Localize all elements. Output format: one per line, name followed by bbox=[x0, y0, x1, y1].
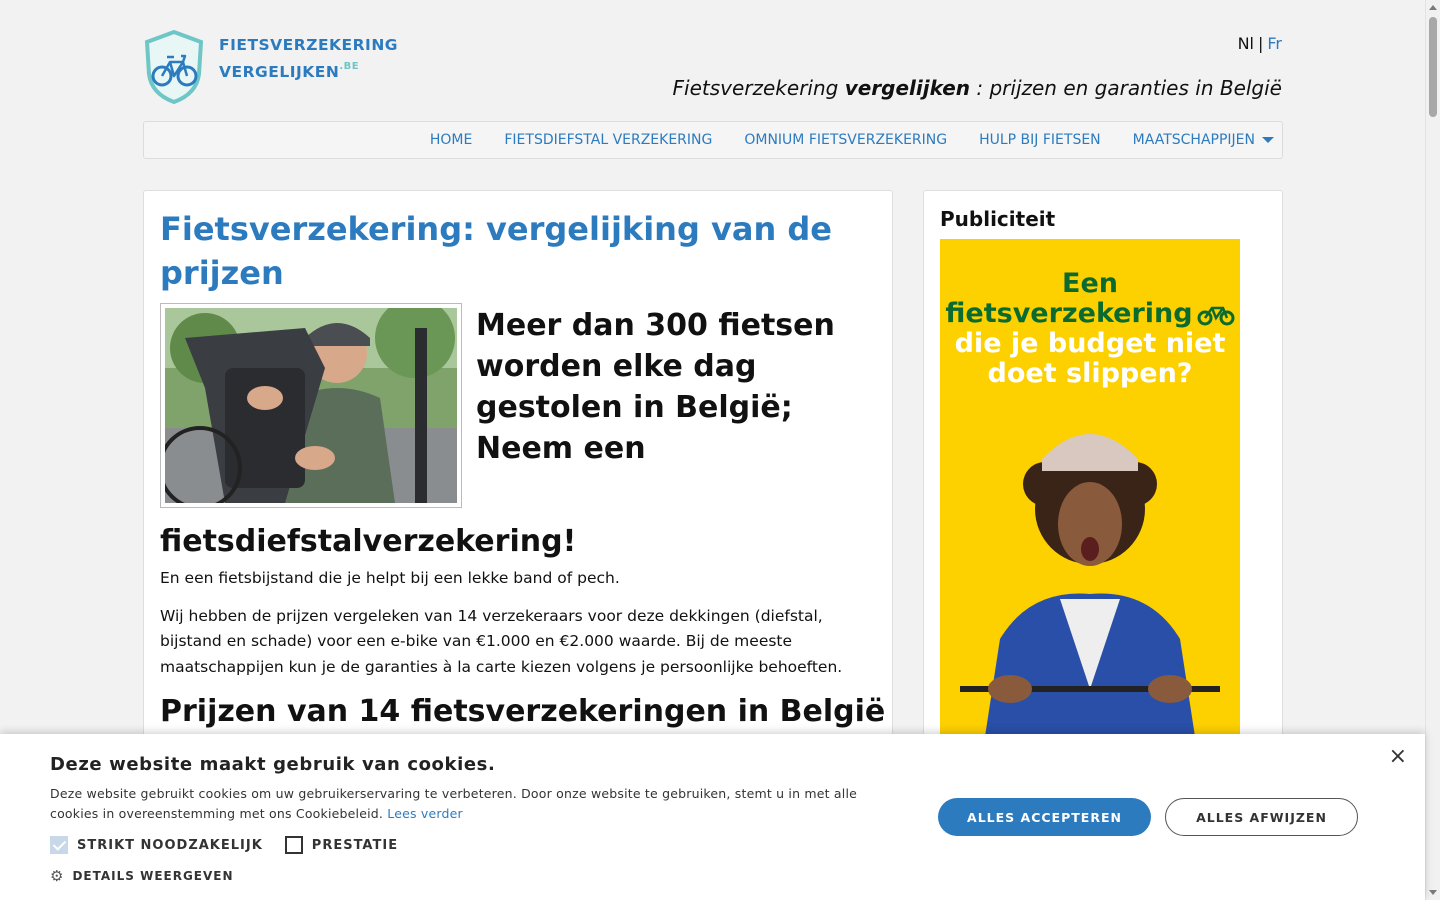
hero-subheading-continued: fietsdiefstalverzekering! bbox=[160, 524, 577, 559]
show-details-label: DETAILS WEERGEVEN bbox=[72, 869, 234, 883]
hero-image bbox=[160, 303, 462, 508]
nav-maatschappijen-label: MAATSCHAPPIJEN bbox=[1132, 132, 1255, 148]
cookie-read-more-link[interactable]: Lees verder bbox=[387, 806, 463, 821]
cookie-title: Deze website maakt gebruik van cookies. bbox=[50, 754, 496, 775]
page-scrollbar[interactable] bbox=[1425, 0, 1440, 900]
nav-home[interactable]: HOME bbox=[430, 132, 472, 148]
caret-down-icon bbox=[1262, 137, 1274, 143]
tagline-bold: vergelijken bbox=[844, 76, 971, 100]
tagline-part1: Fietsverzekering bbox=[672, 76, 845, 100]
page-title: Fietsverzekering: vergelijking van de pr… bbox=[160, 210, 832, 292]
main-content: Fietsverzekering: vergelijking van de pr… bbox=[143, 190, 893, 790]
intro-paragraph-2: Wij hebben de prijzen vergeleken van 14 … bbox=[160, 606, 843, 676]
prices-heading: Prijzen van 14 fietsverzekeringen in Bel… bbox=[160, 694, 886, 729]
ad-headline: Een fietsverzekering die je budget niet … bbox=[940, 269, 1240, 389]
accept-all-button[interactable]: ALLES ACCEPTEREN bbox=[938, 798, 1151, 836]
reject-all-button[interactable]: ALLES AFWIJZEN bbox=[1165, 798, 1358, 836]
shield-bicycle-icon bbox=[144, 30, 204, 104]
main-nav: HOME FIETSDIEFSTAL VERZEKERING OMNIUM FI… bbox=[143, 121, 1283, 159]
ad-line3: die je budget niet bbox=[954, 328, 1226, 359]
nav-maatschappijen[interactable]: MAATSCHAPPIJEN bbox=[1133, 132, 1274, 148]
scroll-down-icon[interactable] bbox=[1429, 890, 1437, 895]
cookie-description: Deze website gebruikt cookies om uw gebr… bbox=[50, 784, 900, 824]
site-logo[interactable]: FIETSVERZEKERING VERGELIJKEN.BE bbox=[143, 30, 398, 104]
gear-icon: ⚙ bbox=[50, 867, 65, 885]
advertisement-banner[interactable]: Een fietsverzekering die je budget niet … bbox=[940, 239, 1240, 739]
ad-line4: doet slippen? bbox=[987, 358, 1193, 389]
scrollbar-thumb[interactable] bbox=[1429, 17, 1437, 117]
woman-with-ebike-photo bbox=[165, 308, 457, 503]
bicycle-icon bbox=[1197, 306, 1235, 326]
lang-nl-link[interactable]: Nl bbox=[1238, 34, 1254, 53]
sidebar: Publiciteit Een fietsverzekering die je … bbox=[923, 190, 1283, 790]
logo-line2: VERGELIJKEN bbox=[219, 63, 340, 82]
sidebar-title: Publiciteit bbox=[940, 207, 1056, 231]
site-tagline: Fietsverzekering vergelijken : prijzen e… bbox=[673, 76, 1282, 100]
intro-paragraph-1: En een fietsbijstand die je helpt bij ee… bbox=[160, 569, 620, 587]
close-icon[interactable]: × bbox=[1389, 744, 1407, 769]
language-switcher: Nl | Fr bbox=[1238, 34, 1282, 53]
nav-fietsdiefstal[interactable]: FIETSDIEFSTAL VERZEKERING bbox=[504, 132, 712, 148]
scroll-up-icon[interactable] bbox=[1429, 5, 1437, 10]
ad-line2: fietsverzekering bbox=[945, 298, 1193, 329]
cookie-banner: Deze website maakt gebruik van cookies. … bbox=[0, 734, 1425, 900]
lang-fr-link[interactable]: Fr bbox=[1267, 34, 1282, 53]
show-details-toggle[interactable]: ⚙ DETAILS WEERGEVEN bbox=[50, 867, 234, 885]
performance-label[interactable]: PRESTATIE bbox=[312, 838, 398, 853]
logo-tld: .BE bbox=[339, 61, 360, 72]
ad-woman-illustration bbox=[960, 434, 1220, 739]
performance-checkbox[interactable] bbox=[284, 836, 303, 854]
logo-line1: FIETSVERZEKERING bbox=[219, 36, 399, 54]
tagline-part2: : prijzen en garanties in België bbox=[970, 76, 1282, 100]
cookie-options: STRIKT NOODZAKELIJK PRESTATIE bbox=[50, 836, 420, 854]
strict-necessary-label: STRIKT NOODZAKELIJK bbox=[77, 837, 263, 853]
nav-omnium[interactable]: OMNIUM FIETSVERZEKERING bbox=[744, 132, 947, 148]
strict-necessary-checkbox bbox=[50, 836, 68, 854]
lang-separator: | bbox=[1257, 34, 1264, 53]
nav-hulp[interactable]: HULP BIJ FIETSEN bbox=[979, 132, 1101, 148]
ad-line1: Een bbox=[1062, 268, 1118, 299]
